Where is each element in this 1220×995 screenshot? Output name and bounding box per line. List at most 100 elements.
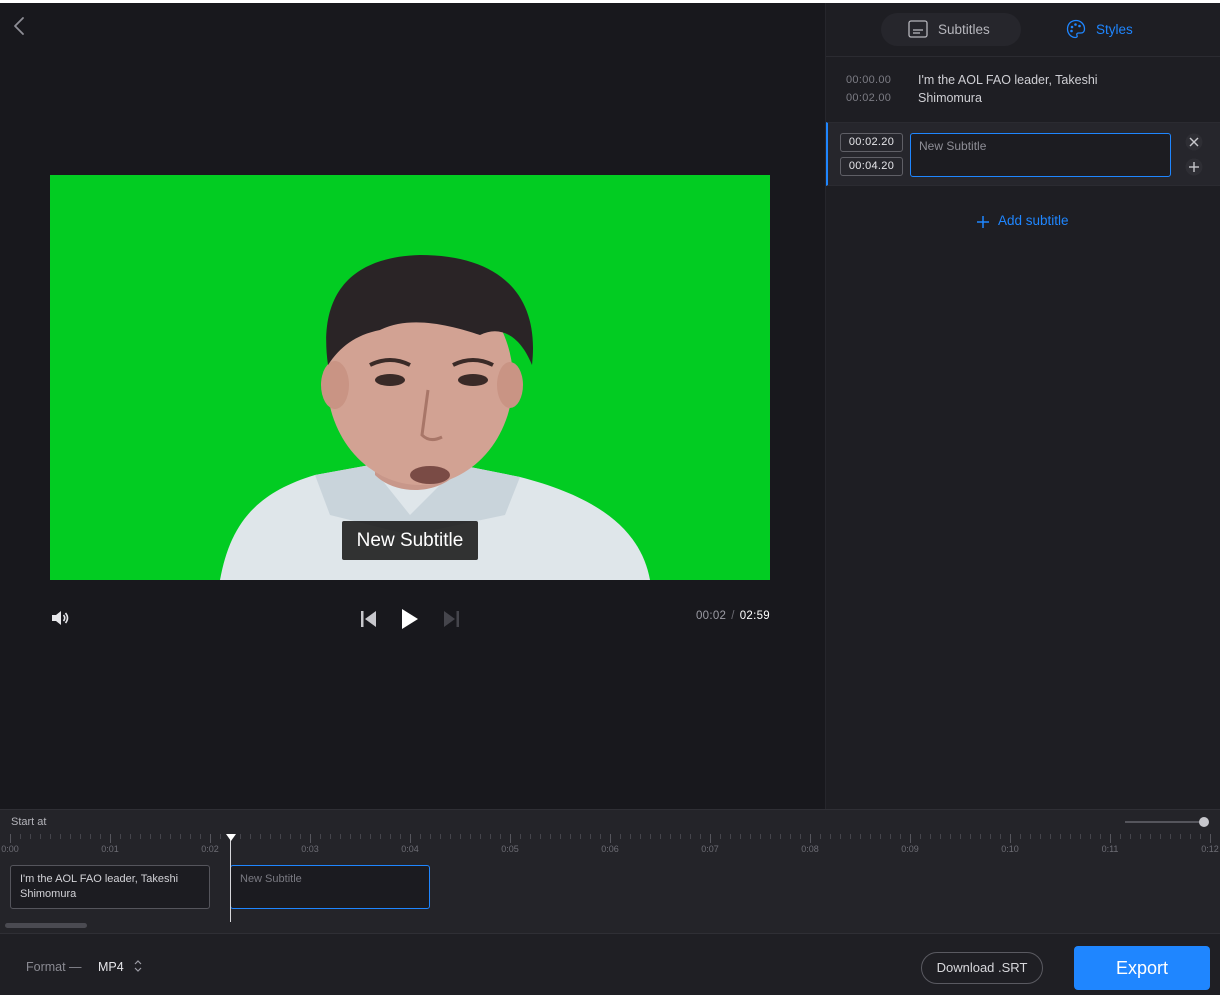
ruler-tick [820, 834, 821, 839]
delete-entry-icon[interactable] [1185, 133, 1203, 151]
timeline-scrollbar[interactable] [5, 923, 87, 928]
end-time-input[interactable]: 00:04.20 [840, 157, 903, 176]
ruler-tick [620, 834, 621, 839]
playhead-handle[interactable] [226, 834, 236, 841]
ruler-tick [1160, 834, 1161, 839]
ruler-tick [770, 834, 771, 839]
ruler-tick [1070, 834, 1071, 839]
back-chevron-icon[interactable] [10, 15, 28, 37]
ruler-tick [120, 834, 121, 839]
ruler-tick [320, 834, 321, 839]
insert-entry-icon[interactable] [1185, 158, 1203, 176]
ruler-tick [880, 834, 881, 839]
zoom-slider-handle[interactable] [1199, 817, 1209, 827]
ruler-tick [250, 834, 251, 839]
ruler-tick [890, 834, 891, 839]
ruler-tick-label: 0:04 [401, 844, 419, 854]
ruler-tick [930, 834, 931, 839]
tab-styles[interactable]: Styles [1058, 13, 1168, 46]
ruler-tick [330, 834, 331, 839]
download-srt-button[interactable]: Download .SRT [921, 952, 1043, 984]
current-time: 00:02 [695, 610, 727, 622]
subtitle-entry[interactable]: 00:00.00 00:02.00 I'm the AOL FAO leader… [826, 57, 1220, 121]
entry-text: I'm the AOL FAO leader, Takeshi Shimomur… [918, 73, 1098, 105]
ruler-tick [280, 834, 281, 839]
ruler-tick [970, 834, 971, 839]
ruler-tick [660, 834, 661, 839]
zoom-slider-track[interactable] [1125, 821, 1205, 823]
plus-icon [977, 216, 989, 228]
ruler-tick [730, 834, 731, 839]
ruler-tick [50, 834, 51, 839]
start-time-input[interactable]: 00:02.20 [840, 133, 903, 152]
ruler-tick [140, 834, 141, 839]
ruler-tick [1020, 834, 1021, 839]
ruler-tick [510, 834, 511, 843]
play-icon[interactable] [400, 607, 420, 631]
ruler-tick [610, 834, 611, 843]
ruler-tick [680, 834, 681, 839]
ruler-tick [110, 834, 111, 843]
subtitles-icon [908, 20, 928, 38]
ruler-tick [1050, 834, 1051, 839]
timeline-clip[interactable]: I'm the AOL FAO leader, Takeshi Shimomur… [10, 865, 210, 909]
playhead[interactable] [230, 834, 231, 922]
ruler-tick [150, 834, 151, 839]
panel-tabs: Subtitles Styles [826, 3, 1220, 57]
timeline: Start at 0:00 0:01 0:02 0:03 0:04 0:05 0:06 0:0… [0, 809, 1220, 933]
ruler-tick [790, 834, 791, 839]
subtitle-overlay: New Subtitle [342, 521, 478, 560]
ruler-tick [830, 834, 831, 839]
video-preview[interactable]: New Subtitle [50, 175, 770, 580]
playback-time: 00:02 / 02:59 [696, 610, 770, 622]
ruler-tick [340, 834, 341, 839]
tab-subtitles[interactable]: Subtitles [881, 13, 1021, 46]
ruler-tick [800, 834, 801, 839]
ruler-tick [1170, 834, 1171, 839]
export-button[interactable]: Export [1074, 946, 1210, 990]
ruler-tick [780, 834, 781, 839]
ruler-tick [180, 834, 181, 839]
volume-icon[interactable] [50, 608, 70, 628]
ruler-tick [1110, 834, 1111, 843]
ruler-tick [720, 834, 721, 839]
ruler-tick [20, 834, 21, 839]
player-controls: 00:02 / 02:59 [50, 603, 770, 633]
time-ruler[interactable]: 0:00 0:01 0:02 0:03 0:04 0:05 0:06 0:07 0:08 0:09… [0, 834, 1220, 858]
ruler-tick-label: 0:01 [101, 844, 119, 854]
format-select[interactable] [92, 952, 152, 982]
ruler-tick-label: 0:11 [1101, 844, 1119, 854]
ruler-tick [360, 834, 361, 839]
ruler-tick [850, 834, 851, 839]
subtitle-text-input[interactable]: New Subtitle [910, 133, 1171, 177]
tab-styles-label: Styles [1096, 22, 1133, 37]
ruler-tick [350, 834, 351, 839]
ruler-tick [640, 834, 641, 839]
skip-next-icon[interactable] [442, 610, 460, 628]
ruler-tick [650, 834, 651, 839]
ruler-tick [80, 834, 81, 839]
time-separator: / [731, 610, 735, 622]
ruler-tick [490, 834, 491, 839]
ruler-tick-label: 0:12 [1201, 844, 1219, 854]
ruler-tick [370, 834, 371, 839]
ruler-tick-label: 0:03 [301, 844, 319, 854]
skip-previous-icon[interactable] [360, 610, 378, 628]
subtitle-editor-app: New Subtitle 00:02/02:59 Subtitles Style… [0, 3, 1220, 995]
ruler-tick [500, 834, 501, 839]
palette-icon [1066, 19, 1086, 39]
ruler-tick [290, 834, 291, 839]
ruler-tick [840, 834, 841, 839]
timeline-clip-selected[interactable]: New Subtitle [230, 865, 430, 909]
ruler-tick [990, 834, 991, 839]
add-subtitle-label: Add subtitle [998, 213, 1069, 228]
ruler-tick-label: 0:06 [601, 844, 619, 854]
entry-start-time: 00:00.00 [846, 74, 892, 86]
ruler-tick [1030, 834, 1031, 839]
ruler-tick [700, 834, 701, 839]
ruler-tick [1200, 834, 1201, 839]
ruler-tick [580, 834, 581, 839]
ruler-tick [400, 834, 401, 839]
ruler-tick [10, 834, 11, 843]
ruler-tick [900, 834, 901, 839]
